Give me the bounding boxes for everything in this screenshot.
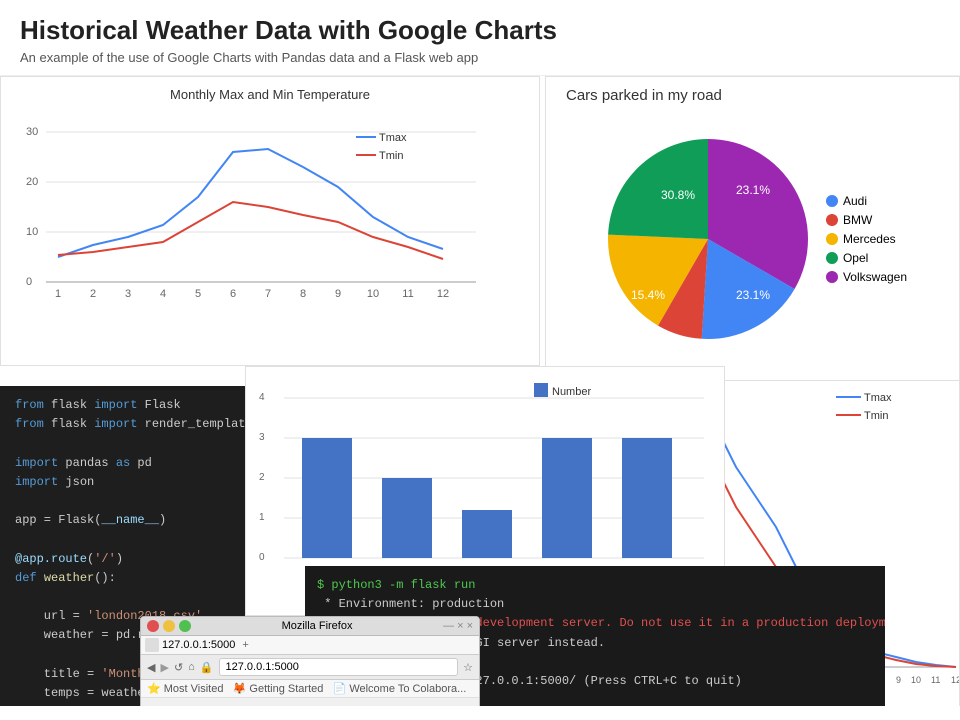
legend-mercedes: Mercedes xyxy=(826,232,907,246)
bmw-label: BMW xyxy=(843,213,872,227)
legend-volkswagen: Volkswagen xyxy=(826,270,907,284)
getting-started[interactable]: 🦊 Getting Started xyxy=(233,683,324,695)
mercedes-label: Mercedes xyxy=(843,232,896,246)
line-chart-title: Monthly Max and Min Temperature xyxy=(11,87,529,102)
browser-title: Mozilla Firefox xyxy=(195,620,439,632)
volkswagen-label: Volkswagen xyxy=(843,270,907,284)
svg-text:11: 11 xyxy=(931,675,940,685)
legend-bmw: BMW xyxy=(826,213,907,227)
page-title: Historical Weather Data with Google Char… xyxy=(20,15,940,46)
url-bar[interactable] xyxy=(219,658,459,676)
lock-icon: 🔒 xyxy=(200,661,214,674)
opel-dot xyxy=(826,252,838,264)
svg-text:Number: Number xyxy=(552,386,591,398)
svg-text:3: 3 xyxy=(125,288,131,300)
svg-text:10: 10 xyxy=(367,288,379,300)
volkswagen-dot xyxy=(826,271,838,283)
svg-text:10: 10 xyxy=(26,226,38,238)
line-chart-panel: Monthly Max and Min Temperature 30 20 10… xyxy=(0,76,540,366)
browser-content: Hello xyxy=(141,698,479,706)
svg-text:0: 0 xyxy=(259,552,265,563)
main-content: Monthly Max and Min Temperature 30 20 10… xyxy=(0,76,960,706)
close-icon[interactable] xyxy=(147,620,159,632)
hello-text: Hello xyxy=(151,704,181,706)
svg-text:Tmin: Tmin xyxy=(864,410,888,422)
back-button[interactable]: ◀ xyxy=(147,661,155,674)
bookmark-button[interactable]: ☆ xyxy=(463,661,473,674)
svg-text:23.1%: 23.1% xyxy=(736,183,770,197)
svg-text:1: 1 xyxy=(259,512,265,523)
svg-text:30: 30 xyxy=(26,126,38,138)
svg-text:9: 9 xyxy=(896,675,901,685)
svg-text:8: 8 xyxy=(300,288,306,300)
svg-text:12: 12 xyxy=(951,675,960,685)
browser-toolbar: ◀ ▶ ↺ ⌂ 🔒 ☆ xyxy=(141,655,479,680)
svg-text:12: 12 xyxy=(437,288,449,300)
svg-text:Tmin: Tmin xyxy=(379,150,403,162)
svg-text:2: 2 xyxy=(90,288,96,300)
bmw-dot xyxy=(826,214,838,226)
tab-url[interactable]: 127.0.0.1:5000 xyxy=(162,639,235,651)
svg-text:30.8%: 30.8% xyxy=(661,188,695,202)
svg-text:Tmax: Tmax xyxy=(379,132,407,144)
pie-legend: Audi BMW Mercedes Opel Volkswagen xyxy=(826,194,907,284)
page-header: Historical Weather Data with Google Char… xyxy=(0,0,960,76)
line-chart-svg: 30 20 10 0 1 2 3 4 5 6 7 8 9 10 11 12 xyxy=(11,107,511,357)
svg-text:7: 7 xyxy=(265,288,271,300)
most-visited[interactable]: ⭐ Most Visited xyxy=(147,683,223,695)
svg-text:1: 1 xyxy=(55,288,61,300)
home-button[interactable]: ⌂ xyxy=(188,661,195,673)
new-tab-button[interactable]: + xyxy=(242,639,248,651)
svg-text:15.4%: 15.4% xyxy=(631,288,665,302)
pie-chart-svg: 23.1% 23.1% 15.4% 30.8% xyxy=(598,129,818,349)
svg-text:4: 4 xyxy=(160,288,166,300)
svg-text:9: 9 xyxy=(335,288,341,300)
svg-text:6: 6 xyxy=(230,288,236,300)
svg-text:4: 4 xyxy=(259,392,265,403)
refresh-button[interactable]: ↺ xyxy=(174,661,183,674)
minimize-icon[interactable] xyxy=(163,620,175,632)
tab-favicon xyxy=(145,638,159,652)
svg-text:23.1%: 23.1% xyxy=(736,288,770,302)
audi-label: Audi xyxy=(843,194,867,208)
pie-chart-panel: Cars parked in my road 23.1 xyxy=(545,76,960,381)
legend-opel: Opel xyxy=(826,251,907,265)
svg-text:5: 5 xyxy=(195,288,201,300)
browser-bookmarks: ⭐ Most Visited 🦊 Getting Started 📄 Welco… xyxy=(141,680,479,698)
pie-chart-title: Cars parked in my road xyxy=(556,87,949,104)
maximize-icon[interactable] xyxy=(179,620,191,632)
mercedes-dot xyxy=(826,233,838,245)
svg-text:10: 10 xyxy=(911,675,921,685)
svg-text:2: 2 xyxy=(259,472,265,483)
colaboratory[interactable]: 📄 Welcome To Colabora... xyxy=(333,683,467,695)
opel-label: Opel xyxy=(843,251,868,265)
browser-titlebar: Mozilla Firefox — × × xyxy=(141,617,479,636)
svg-text:0: 0 xyxy=(26,276,32,288)
svg-text:11: 11 xyxy=(402,288,413,300)
forward-button[interactable]: ▶ xyxy=(160,661,168,674)
browser-window[interactable]: Mozilla Firefox — × × 127.0.0.1:5000 + ◀… xyxy=(140,616,480,706)
page-subtitle: An example of the use of Google Charts w… xyxy=(20,50,940,65)
legend-audi: Audi xyxy=(826,194,907,208)
svg-text:20: 20 xyxy=(26,176,38,188)
svg-text:3: 3 xyxy=(259,432,265,443)
audi-dot xyxy=(826,195,838,207)
svg-text:Tmax: Tmax xyxy=(864,392,892,404)
